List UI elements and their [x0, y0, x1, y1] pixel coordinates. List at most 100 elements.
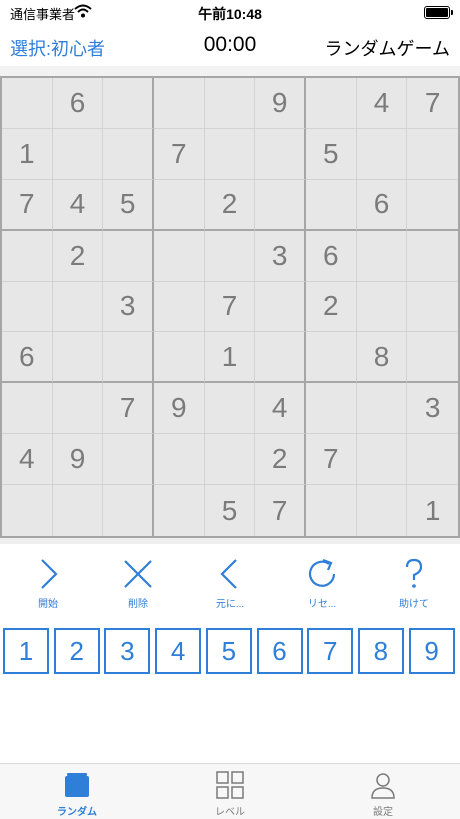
- sudoku-cell[interactable]: [356, 128, 408, 180]
- sudoku-cell[interactable]: 2: [204, 179, 256, 231]
- reset-button[interactable]: リセ...: [282, 556, 362, 616]
- sudoku-cell[interactable]: [407, 282, 458, 333]
- sudoku-cell[interactable]: [255, 332, 306, 384]
- sudoku-cell[interactable]: [407, 180, 458, 231]
- sudoku-cell[interactable]: [255, 179, 306, 231]
- sudoku-cell[interactable]: [2, 230, 53, 282]
- sudoku-cell[interactable]: [103, 230, 154, 282]
- sudoku-cell[interactable]: [154, 230, 205, 282]
- number-5-button[interactable]: 5: [205, 628, 252, 674]
- sudoku-cell[interactable]: 7: [2, 179, 53, 231]
- sudoku-cell[interactable]: [2, 281, 53, 333]
- sudoku-cell[interactable]: [306, 383, 357, 435]
- number-6-button[interactable]: 6: [256, 628, 303, 674]
- sudoku-cell[interactable]: [2, 485, 53, 536]
- chevron-left-icon: [220, 559, 237, 589]
- sudoku-cell[interactable]: [407, 231, 458, 282]
- sudoku-cell[interactable]: [52, 383, 104, 435]
- sudoku-cell[interactable]: 1: [407, 485, 458, 536]
- sudoku-cell[interactable]: [103, 485, 154, 536]
- sudoku-cell[interactable]: 1: [2, 128, 53, 180]
- sudoku-cell[interactable]: [357, 485, 408, 536]
- sudoku-cell[interactable]: [356, 281, 408, 333]
- sudoku-cell[interactable]: [204, 78, 256, 129]
- sudoku-cell[interactable]: 6: [2, 332, 53, 384]
- sudoku-cell[interactable]: 9: [154, 383, 205, 435]
- sudoku-cell[interactable]: 6: [306, 230, 357, 282]
- sudoku-cell[interactable]: [407, 434, 458, 486]
- sudoku-cell[interactable]: 5: [103, 179, 154, 231]
- sudoku-cell[interactable]: [154, 179, 205, 231]
- sudoku-cell[interactable]: [356, 383, 408, 435]
- sudoku-cell[interactable]: 9: [255, 78, 306, 129]
- number-2-button[interactable]: 2: [53, 628, 100, 674]
- sudoku-cell[interactable]: [407, 129, 458, 180]
- sudoku-cell[interactable]: [2, 383, 53, 435]
- sudoku-cell[interactable]: 1: [204, 332, 256, 384]
- help-button[interactable]: 助けて: [374, 556, 454, 616]
- sudoku-cell[interactable]: 3: [407, 383, 458, 435]
- sudoku-cell[interactable]: 4: [2, 434, 53, 486]
- sudoku-cell[interactable]: [154, 78, 205, 129]
- sudoku-cell[interactable]: 7: [407, 78, 458, 129]
- sudoku-cell[interactable]: [53, 485, 104, 536]
- sudoku-cell[interactable]: 4: [255, 383, 306, 435]
- sudoku-cell[interactable]: [154, 434, 205, 486]
- sudoku-cell[interactable]: 7: [306, 434, 357, 486]
- sudoku-cell[interactable]: 3: [103, 281, 154, 333]
- sudoku-cell[interactable]: [306, 179, 357, 231]
- sudoku-cell[interactable]: [306, 332, 357, 384]
- sudoku-cell[interactable]: 6: [356, 179, 408, 231]
- number-4-button[interactable]: 4: [155, 628, 202, 674]
- sudoku-cell[interactable]: 7: [103, 383, 154, 435]
- sudoku-cell[interactable]: [154, 281, 205, 333]
- sudoku-cell[interactable]: [306, 485, 357, 536]
- sudoku-cell[interactable]: 4: [52, 179, 104, 231]
- sudoku-cell[interactable]: 6: [52, 78, 104, 129]
- sudoku-cell[interactable]: [103, 332, 154, 384]
- sudoku-cell[interactable]: [103, 78, 154, 129]
- start-button[interactable]: 開始: [8, 556, 88, 616]
- sudoku-cell[interactable]: 5: [306, 128, 357, 180]
- sudoku-cell[interactable]: [52, 128, 104, 180]
- sudoku-cell[interactable]: 4: [356, 78, 408, 129]
- sudoku-cell[interactable]: 5: [205, 485, 256, 536]
- tab-random[interactable]: ランダム: [0, 764, 154, 819]
- tab-settings[interactable]: 設定: [306, 764, 460, 819]
- sudoku-cell[interactable]: [204, 128, 256, 180]
- sudoku-cell[interactable]: [52, 332, 104, 384]
- sudoku-cell[interactable]: [255, 281, 306, 333]
- sudoku-cell[interactable]: [154, 485, 205, 536]
- sudoku-cell[interactable]: [255, 128, 306, 180]
- sudoku-cell[interactable]: 2: [52, 230, 104, 282]
- undo-button[interactable]: 元に...: [190, 556, 270, 616]
- number-7-button[interactable]: 7: [307, 628, 354, 674]
- number-8-button[interactable]: 8: [357, 628, 404, 674]
- sudoku-cell[interactable]: 7: [154, 128, 205, 180]
- sudoku-cell[interactable]: 8: [356, 332, 408, 384]
- sudoku-cell[interactable]: [103, 434, 154, 486]
- sudoku-cell[interactable]: [204, 230, 256, 282]
- sudoku-cell[interactable]: [154, 332, 205, 384]
- sudoku-cell[interactable]: 7: [255, 485, 306, 536]
- number-9-button[interactable]: 9: [408, 628, 455, 674]
- sudoku-cell[interactable]: 2: [306, 281, 357, 333]
- sudoku-cell[interactable]: [356, 434, 408, 486]
- sudoku-cell[interactable]: 3: [255, 230, 306, 282]
- sudoku-cell[interactable]: 2: [255, 434, 306, 486]
- sudoku-cell[interactable]: 9: [52, 434, 104, 486]
- sudoku-cell[interactable]: [204, 434, 256, 486]
- delete-button[interactable]: 削除: [98, 556, 178, 616]
- random-game-button[interactable]: ランダムゲーム: [325, 35, 450, 61]
- sudoku-cell[interactable]: 7: [204, 281, 256, 333]
- sudoku-cell[interactable]: [2, 78, 53, 129]
- number-3-button[interactable]: 3: [104, 628, 151, 674]
- sudoku-cell[interactable]: [407, 332, 458, 384]
- sudoku-cell[interactable]: [306, 78, 357, 129]
- sudoku-cell[interactable]: [356, 230, 408, 282]
- tab-level[interactable]: レベル: [153, 764, 307, 819]
- sudoku-cell[interactable]: [204, 383, 256, 435]
- sudoku-cell[interactable]: [52, 281, 104, 333]
- sudoku-cell[interactable]: [103, 128, 154, 180]
- number-1-button[interactable]: 1: [3, 628, 49, 674]
